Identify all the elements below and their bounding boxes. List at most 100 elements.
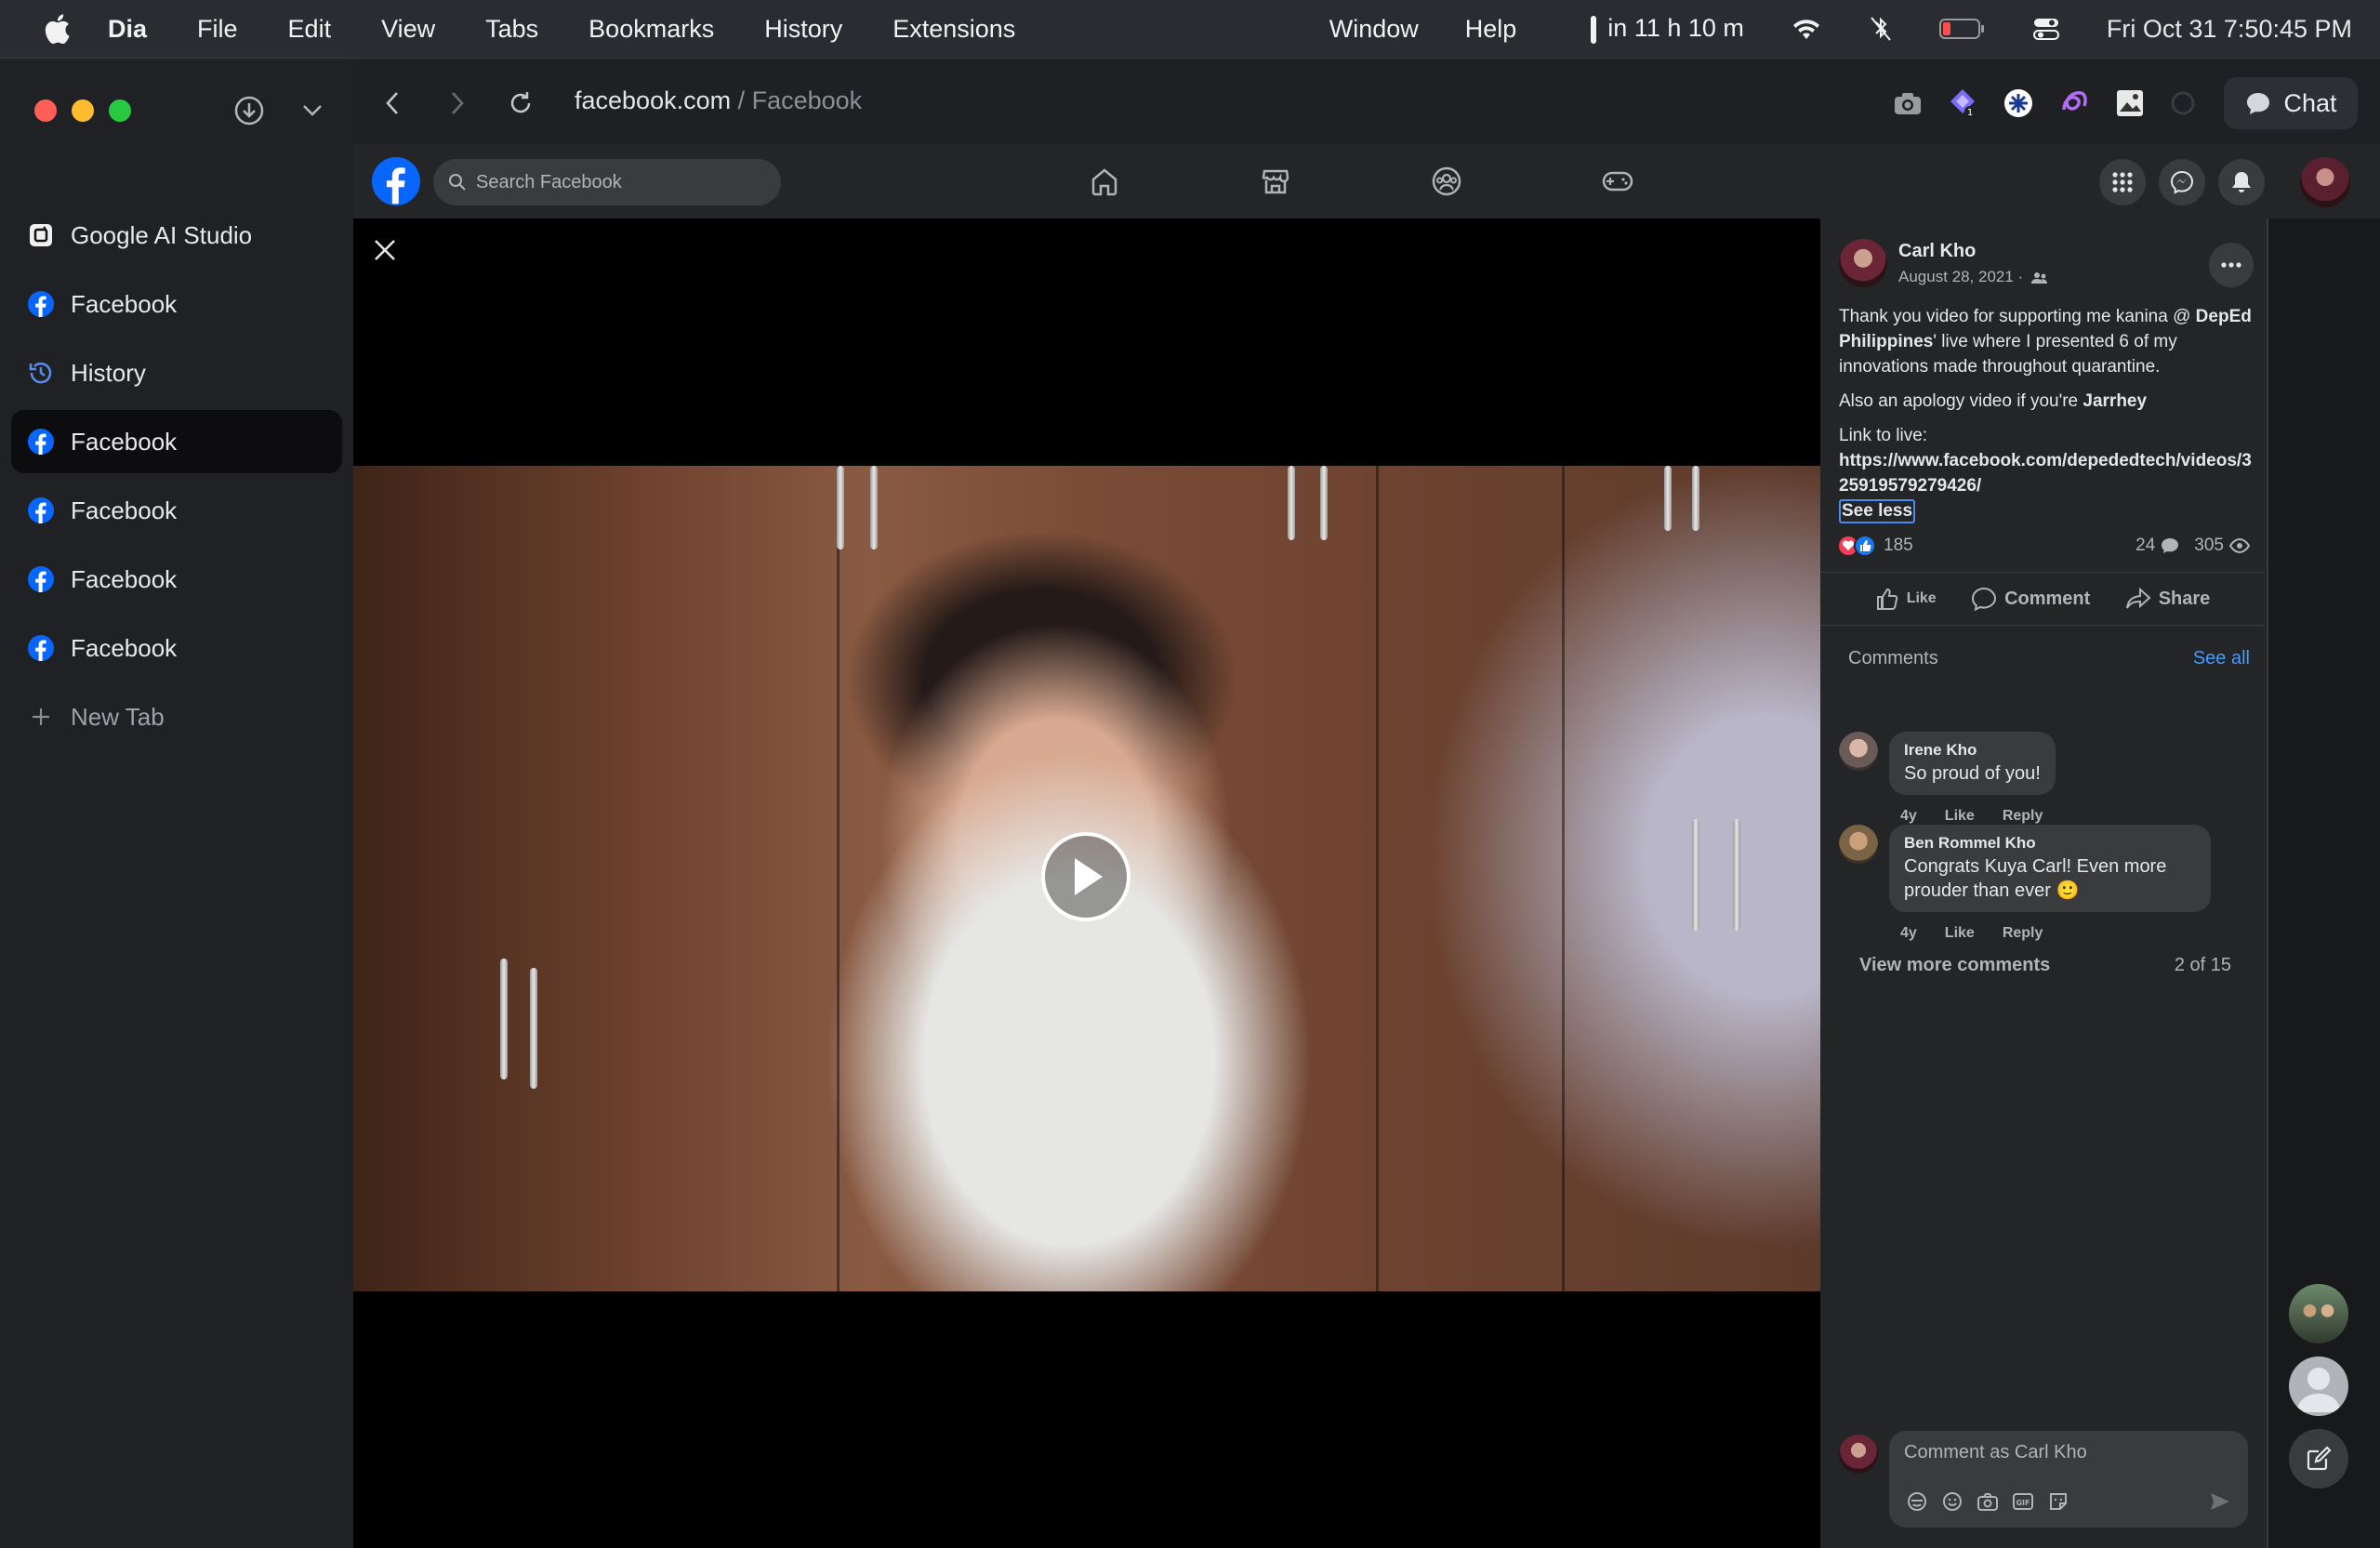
tab-facebook[interactable]: Facebook	[11, 616, 342, 680]
commenter-avatar[interactable]	[1839, 732, 1878, 771]
minimize-window-button[interactable]	[72, 99, 94, 122]
tab-facebook-active[interactable]: Facebook	[11, 410, 342, 473]
facebook-logo[interactable]	[372, 157, 420, 205]
contact-group-avatar[interactable]	[2289, 1284, 2348, 1343]
comment-like-button[interactable]: Like	[1945, 925, 1975, 942]
avatar-sticker-button[interactable]	[1904, 1488, 1930, 1515]
sticker-button[interactable]	[2045, 1488, 2071, 1515]
timer-status[interactable]: in 11 h 10 m	[1591, 14, 1744, 44]
view-more-comments-link[interactable]: View more comments	[1859, 955, 2050, 976]
post-date[interactable]: August 28, 2021 ·	[1898, 268, 2023, 285]
video-player[interactable]	[353, 466, 1820, 1291]
messenger-button[interactable]	[2159, 159, 2205, 205]
commenter-name[interactable]: Irene Kho	[1904, 741, 2041, 760]
comment-age[interactable]: 4y	[1900, 808, 1917, 825]
nav-home[interactable]	[1084, 163, 1125, 200]
tab-google-ai-studio[interactable]: Google AI Studio	[11, 204, 342, 267]
comment-input[interactable]	[1904, 1442, 2229, 1463]
reaction-count[interactable]: 185	[1884, 536, 1913, 556]
menu-edit[interactable]: Edit	[288, 15, 332, 44]
sticker-icon	[2050, 1493, 2067, 1510]
extension-star[interactable]	[2002, 86, 2035, 120]
like-button[interactable]: Like	[1875, 587, 1937, 611]
account-avatar[interactable]	[2300, 157, 2350, 207]
menu-button[interactable]	[2099, 159, 2146, 205]
date-time[interactable]: Fri Oct 31 7:50:45 PM	[2107, 15, 2352, 44]
bluetooth-off-icon[interactable]	[1869, 15, 1893, 43]
menu-extensions[interactable]: Extensions	[892, 15, 1015, 44]
tab-menu-button[interactable]	[294, 92, 331, 129]
extension-image[interactable]	[2113, 86, 2147, 120]
mention-jarrhey[interactable]: Jarrhey	[2082, 391, 2147, 411]
downloads-button[interactable]	[231, 92, 268, 129]
send-comment-button[interactable]	[2207, 1488, 2233, 1515]
chevron-down-icon	[303, 105, 322, 116]
comment-box[interactable]: GIF	[1889, 1431, 2248, 1528]
see-all-comments-link[interactable]: See all	[2193, 648, 2250, 669]
facebook-search[interactable]	[433, 159, 781, 205]
commenter-name[interactable]: Ben Rommel Kho	[1904, 834, 2196, 853]
post-link[interactable]: https://www.facebook.com/depededtech/vid…	[1839, 451, 2252, 496]
author-avatar[interactable]	[1839, 239, 1887, 287]
menu-bar: Dia File Edit View Tabs Bookmarks Histor…	[0, 0, 2380, 58]
search-input[interactable]	[476, 171, 755, 193]
post-options-button[interactable]	[2209, 243, 2254, 287]
view-more-row: View more comments 2 of 15	[1859, 955, 2231, 976]
comment-like-button[interactable]: Like	[1945, 808, 1975, 825]
screenshot-extension[interactable]	[1891, 86, 1924, 120]
reload-button[interactable]	[502, 85, 539, 122]
contact-avatar[interactable]	[2289, 1356, 2348, 1416]
play-button[interactable]	[1041, 832, 1130, 921]
post-author[interactable]: Carl Kho	[1898, 241, 2048, 262]
default-user-icon	[2296, 1368, 2341, 1412]
menu-history[interactable]: History	[764, 15, 842, 44]
nav-groups[interactable]	[1426, 163, 1467, 200]
back-button[interactable]	[374, 85, 411, 122]
photo-button[interactable]	[1975, 1488, 2001, 1515]
emoji-button[interactable]	[1939, 1488, 1965, 1515]
menu-view[interactable]: View	[381, 15, 435, 44]
new-message-button[interactable]	[2289, 1429, 2348, 1488]
comment-composer: GIF	[1839, 1431, 2248, 1528]
tab-history[interactable]: History	[11, 341, 342, 404]
comment-age[interactable]: 4y	[1900, 925, 1917, 942]
tab-facebook[interactable]: Facebook	[11, 548, 342, 611]
close-viewer-button[interactable]	[364, 230, 405, 271]
menu-app-name[interactable]: Dia	[108, 15, 147, 44]
chat-button[interactable]: Chat	[2224, 77, 2358, 129]
comment-reply-button[interactable]: Reply	[2003, 925, 2043, 942]
share-label: Share	[2158, 588, 2211, 609]
svg-text:GIF: GIF	[2016, 1499, 2030, 1507]
extension-shield[interactable]: 1	[1946, 86, 1979, 120]
control-center-icon[interactable]	[2032, 15, 2060, 43]
extension-loop[interactable]	[2057, 86, 2091, 120]
gif-icon: GIF	[2013, 1493, 2033, 1510]
commenter-avatar[interactable]	[1839, 825, 1878, 864]
tab-facebook[interactable]: Facebook	[11, 479, 342, 542]
menu-file[interactable]: File	[197, 15, 238, 44]
tab-facebook[interactable]: Facebook	[11, 272, 342, 336]
address-bar[interactable]: facebook.com / Facebook	[575, 86, 862, 115]
comment-reply-button[interactable]: Reply	[2003, 808, 2043, 825]
comment-count[interactable]: 24	[2135, 536, 2155, 556]
notifications-button[interactable]	[2218, 159, 2265, 205]
menu-tabs[interactable]: Tabs	[485, 15, 538, 44]
nav-gaming[interactable]	[1597, 163, 1638, 200]
apple-menu-icon[interactable]	[43, 13, 71, 45]
menu-window[interactable]: Window	[1329, 15, 1419, 44]
new-tab-button[interactable]: New Tab	[11, 685, 342, 748]
forward-button[interactable]	[439, 85, 476, 122]
battery-icon[interactable]	[1938, 18, 1986, 40]
view-count[interactable]: 305	[2194, 536, 2224, 556]
send-icon	[2211, 1493, 2229, 1510]
menu-help[interactable]: Help	[1465, 15, 1517, 44]
comment-button[interactable]: Comment	[1971, 587, 2090, 611]
share-button[interactable]: Share	[2125, 587, 2211, 611]
wifi-icon[interactable]	[1791, 17, 1822, 41]
close-window-button[interactable]	[34, 99, 57, 122]
nav-marketplace[interactable]	[1255, 163, 1296, 200]
menu-bookmarks[interactable]: Bookmarks	[588, 15, 714, 44]
gif-button[interactable]: GIF	[2010, 1488, 2036, 1515]
see-less-link[interactable]: See less	[1839, 499, 1916, 523]
zoom-window-button[interactable]	[109, 99, 131, 122]
